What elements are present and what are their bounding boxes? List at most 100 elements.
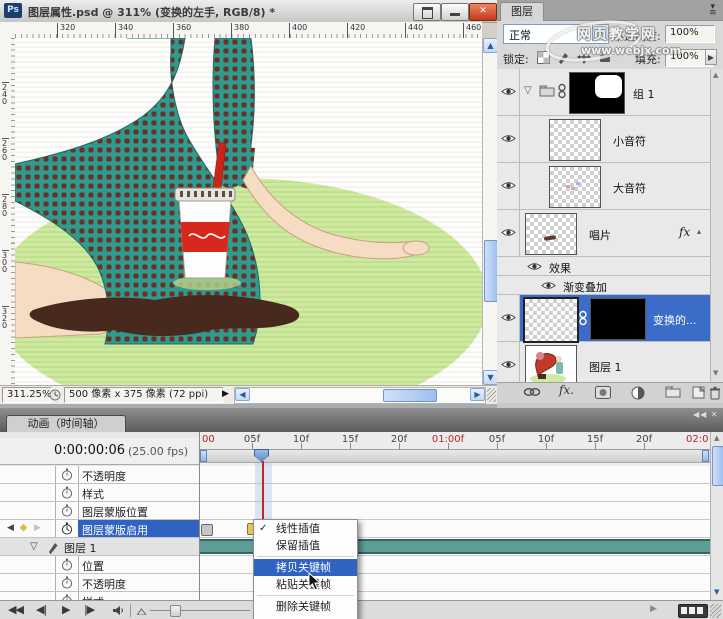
visibility-cell[interactable] [497,210,520,256]
layer-mask-thumbnail[interactable] [590,298,646,340]
status-menu-arrow-icon[interactable]: ▶ [222,389,229,399]
tab-animation-timeline[interactable]: 动画（时间轴） [6,415,126,433]
eye-icon[interactable] [501,359,516,370]
stopwatch-cell[interactable] [55,520,79,537]
row-mask-enable-selected[interactable]: ◀ ◆ ▶ 图层蒙版启用 [0,520,199,538]
mask-link-icon[interactable] [558,83,566,99]
lock-position-move-icon[interactable] [577,50,591,64]
prev-keyframe-icon[interactable]: ◀ [7,523,14,533]
scroll-down-icon[interactable]: ▼ [483,370,498,385]
link-layers-icon[interactable] [523,386,541,398]
eye-icon[interactable] [501,227,516,238]
menu-item-hold-interpolation[interactable]: 保留插值 [254,537,357,554]
stopwatch-icon[interactable] [61,558,73,571]
current-time-display[interactable]: 0:00:00:06 (25.00 fps) [0,438,199,465]
selected-row-field[interactable]: 图层蒙版启用 [78,520,199,537]
visibility-cell[interactable] [497,295,520,341]
first-frame-button[interactable]: ◀◀ [8,603,24,616]
menu-item-delete-keyframe[interactable]: 删除关键帧 [254,598,357,615]
close-button[interactable]: ✕ [469,3,497,21]
row-opacity[interactable]: 不透明度 [0,466,199,484]
gradient-overlay-row[interactable]: 渐变叠加 [497,276,711,295]
zoom-level[interactable]: 311.25% [2,387,52,403]
resize-grip[interactable] [487,388,496,402]
layer-row-small-note[interactable]: 小音符 [497,116,711,163]
convert-to-frame-animation-button[interactable] [678,604,708,618]
canvas-artwork[interactable] [15,38,482,385]
layer-row-big-note[interactable]: 大音符 [497,163,711,210]
stopwatch-cell[interactable] [55,574,79,591]
zoom-slider-thumb[interactable] [170,605,181,617]
effects-label[interactable]: 效果 [549,260,571,276]
layer-thumbnail[interactable] [525,345,577,382]
eye-icon[interactable] [541,280,556,291]
lock-transparency-icon[interactable] [537,51,550,64]
layer-name[interactable]: 变换的... [653,312,697,328]
eye-icon[interactable] [527,261,542,272]
tab-layers[interactable]: 图层 [500,2,544,21]
stopwatch-enabled-icon[interactable] [61,522,73,535]
zoom-out-mountain-icon[interactable] [137,608,146,615]
hscroll-thumb[interactable] [383,389,437,402]
layers-scrollbar[interactable]: ▲ ▼ [710,69,723,382]
time-ruler[interactable]: 00 05f 10f 15f 20f 01:00f 05f 10f 15f 20… [200,432,710,450]
keyframe-diamond-icon[interactable]: ◆ [20,523,27,533]
layer-thumbnail[interactable] [523,297,579,343]
menu-item-paste-keyframe[interactable]: 粘贴关键帧 [254,576,357,593]
stopwatch-icon[interactable] [61,576,73,589]
layer-name[interactable]: 大音符 [613,180,646,196]
document-title-bar[interactable]: Ps 图层属性.psd @ 311% (变换的左手, RGB/8) * ✕ [0,0,497,23]
opacity-value[interactable]: 100% [665,25,715,43]
scroll-up-icon[interactable]: ▲ [714,434,719,442]
layer-thumbnail[interactable] [525,213,577,255]
new-layer-icon[interactable] [692,386,706,399]
scroll-right-icon[interactable]: ▶ [470,388,485,401]
work-area-end-handle[interactable] [702,450,709,462]
delete-layer-trash-icon[interactable] [709,386,721,400]
stopwatch-cell[interactable] [55,502,79,519]
scroll-up-icon[interactable]: ▲ [483,38,498,53]
time-code[interactable]: 0:00:00:06 [54,443,125,458]
stopwatch-icon[interactable] [61,486,73,499]
fill-chevron-icon[interactable]: ▶ [705,49,717,65]
adjustment-layer-icon[interactable] [631,386,646,400]
document-vscrollbar[interactable]: ▲ ▼ [482,38,498,385]
row-style[interactable]: 样式 [0,484,199,502]
work-area-start-handle[interactable] [200,450,207,462]
minimize-button[interactable] [441,3,469,21]
document-hscrollbar[interactable]: ◀ ▶ [234,387,486,404]
layer-style-fx-icon[interactable]: fx. [559,383,574,397]
row-layer1-group[interactable]: ▽ 图层 1 [0,538,199,556]
visibility-cell[interactable] [497,342,520,382]
next-frame-button[interactable]: |▶ [84,603,95,616]
stopwatch-cell[interactable] [55,466,79,483]
layer-row-record[interactable]: 唱片 fx ▴ [497,210,711,257]
visibility-cell[interactable] [497,69,520,115]
fx-badge[interactable]: fx [679,225,690,239]
group-expand-icon[interactable]: ▽ [30,541,38,552]
layer-thumbnail[interactable] [549,166,601,208]
scroll-left-icon[interactable]: ◀ [235,388,250,401]
row-position[interactable]: 位置 [0,556,199,574]
panel-collapse-close-icons[interactable]: ◀◀ ✕ [693,410,719,419]
menu-item-linear-interpolation[interactable]: ✓ 线性插值 [254,520,357,537]
layer-row-group1[interactable]: ▽ 组 1 [497,69,711,116]
scroll-right-small-icon[interactable]: ▶ [650,604,657,614]
play-button[interactable]: ▶ [62,603,71,616]
stopwatch-cell[interactable] [55,556,79,573]
add-mask-icon[interactable] [595,386,611,399]
layer-thumbnail[interactable] [549,119,601,161]
panel-resize-grip[interactable] [710,604,721,618]
timeline-zoom-slider[interactable] [150,605,250,617]
work-area-bar[interactable] [200,450,710,463]
layer-name[interactable]: 组 1 [633,86,655,102]
layer-name[interactable]: 唱片 [589,227,611,243]
prev-frame-button[interactable]: ◀| [36,603,47,616]
keyframe-marker-gray[interactable] [201,524,213,536]
group-expand-icon[interactable]: ▽ [524,85,532,96]
panel-menu-icon[interactable]: ▾ ≡ [709,3,717,18]
eye-icon[interactable] [501,180,516,191]
row-mask-position[interactable]: 图层蒙版位置 [0,502,199,520]
eye-icon[interactable] [501,86,516,97]
restore-button[interactable] [413,3,441,21]
